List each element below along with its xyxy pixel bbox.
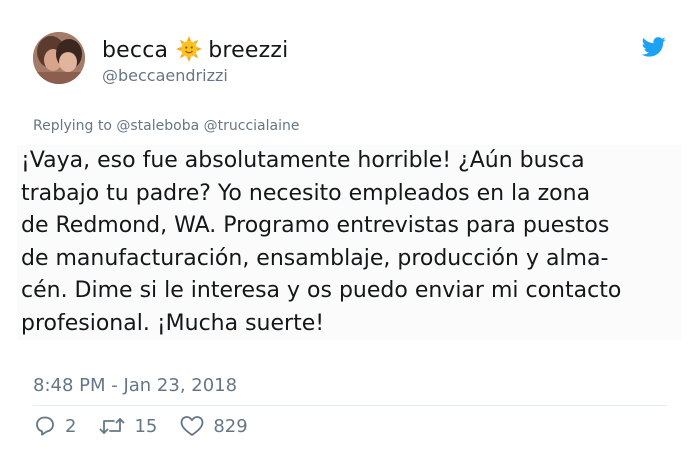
sun-with-face-icon [176, 36, 203, 68]
replying-to-label: Replying to [33, 118, 112, 134]
twitter-bird-icon[interactable] [641, 37, 666, 57]
tweet-timestamp[interactable]: 8:48 PM - Jan 23, 2018 [33, 375, 237, 396]
replying-to-mentions[interactable]: @staleboba @truccialaine [116, 118, 299, 134]
retweet-count: 15 [134, 415, 158, 437]
user-handle[interactable]: @beccaendrizzi [102, 66, 228, 85]
display-name-first: becca [102, 38, 169, 63]
like-count: 829 [213, 415, 248, 437]
tweet-text: ¡Vaya, eso fue absolutamente horrible! ¿… [17, 145, 681, 340]
tweet-actions: 2 15 829 [33, 414, 270, 438]
tweet-card: becca breezzi @beccaendrizzi Replying to… [0, 0, 700, 470]
retweet-icon [100, 418, 125, 434]
display-name-last: breezzi [208, 38, 289, 63]
reply-count: 2 [65, 415, 77, 437]
reply-icon [36, 416, 54, 436]
replying-to: Replying to @staleboba @truccialaine [33, 118, 299, 134]
divider [33, 405, 667, 406]
retweet-button[interactable]: 15 [98, 414, 157, 438]
avatar[interactable] [33, 32, 85, 84]
heart-icon [180, 416, 204, 436]
display-name[interactable]: becca breezzi [102, 36, 288, 68]
avatar-photo [33, 32, 85, 84]
reply-button[interactable]: 2 [33, 414, 76, 438]
like-button[interactable]: 829 [179, 414, 248, 438]
